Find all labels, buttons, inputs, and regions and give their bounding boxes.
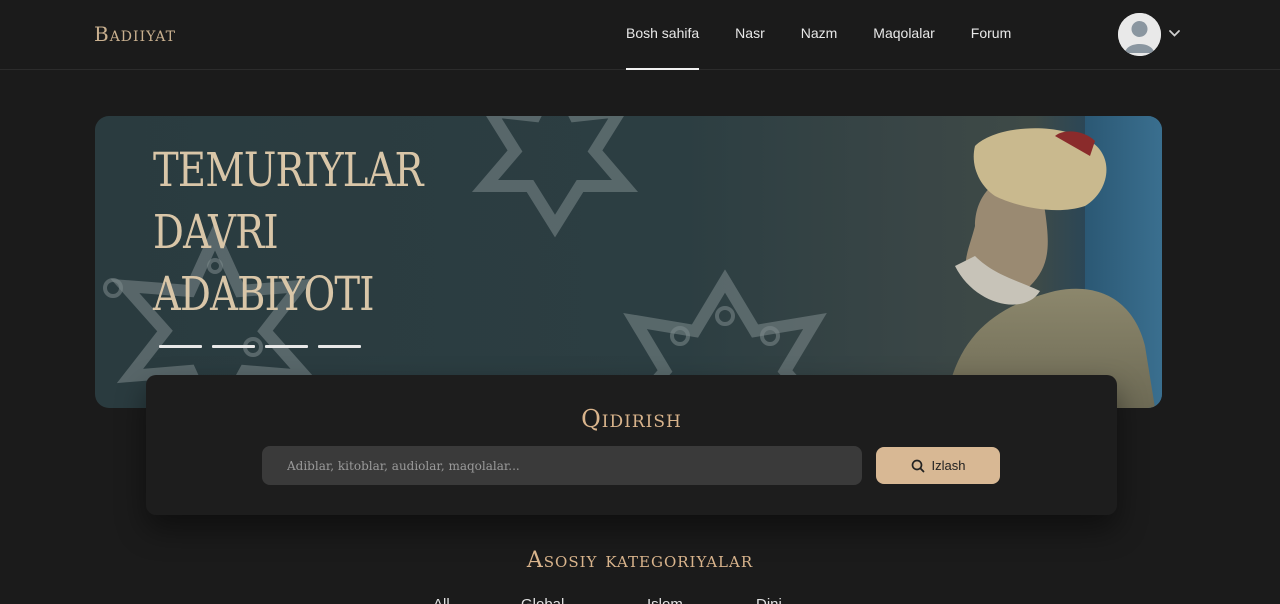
search-button[interactable]: Izlash (876, 447, 1000, 484)
nav-bosh-sahifa[interactable]: Bosh sahifa (626, 0, 700, 70)
hero-title: Temuriylar davri adabiyoti (153, 140, 448, 326)
carousel-indicators (159, 345, 361, 348)
nav-maqolalar[interactable]: Maqolalar (873, 0, 934, 69)
hero-title-line: Temuriylar (153, 143, 424, 198)
nav-nazm[interactable]: Nazm (801, 0, 838, 69)
logo[interactable]: Badiiyat (94, 22, 176, 46)
nav-forum[interactable]: Forum (971, 0, 1011, 69)
search-icon (911, 459, 924, 472)
top-header: Badiiyat Bosh sahifa Nasr Nazm Maqolalar… (0, 0, 1280, 70)
search-input[interactable] (262, 446, 862, 485)
category-tab-dini[interactable]: Dini (756, 596, 782, 604)
categories-title: Asosiy kategoriyalar (526, 548, 754, 573)
hero-title-line: davri (153, 205, 279, 260)
category-tab-islom[interactable]: Islom (647, 596, 683, 604)
search-title: Qidirish (581, 405, 682, 433)
main-nav: Bosh sahifa Nasr Nazm Maqolalar Forum (626, 0, 1047, 70)
user-avatar-icon[interactable] (1118, 13, 1161, 56)
category-tab-all[interactable]: All (433, 596, 450, 604)
hero-banner[interactable]: Temuriylar davri adabiyoti (95, 116, 1162, 408)
chevron-down-icon[interactable] (1168, 27, 1181, 40)
carousel-indicator-2[interactable] (212, 345, 255, 348)
category-tab-global[interactable]: Global (521, 596, 564, 604)
carousel-indicator-1[interactable] (159, 345, 202, 348)
search-button-label: Izlash (931, 458, 966, 473)
category-tabs: All Global Islom Dini (0, 596, 1280, 604)
search-card: Qidirish Izlash (146, 375, 1117, 515)
hero-title-line: adabiyoti (153, 267, 375, 322)
carousel-indicator-3[interactable] (265, 345, 308, 348)
nav-nasr[interactable]: Nasr (735, 0, 765, 69)
carousel-indicator-4[interactable] (318, 345, 361, 348)
